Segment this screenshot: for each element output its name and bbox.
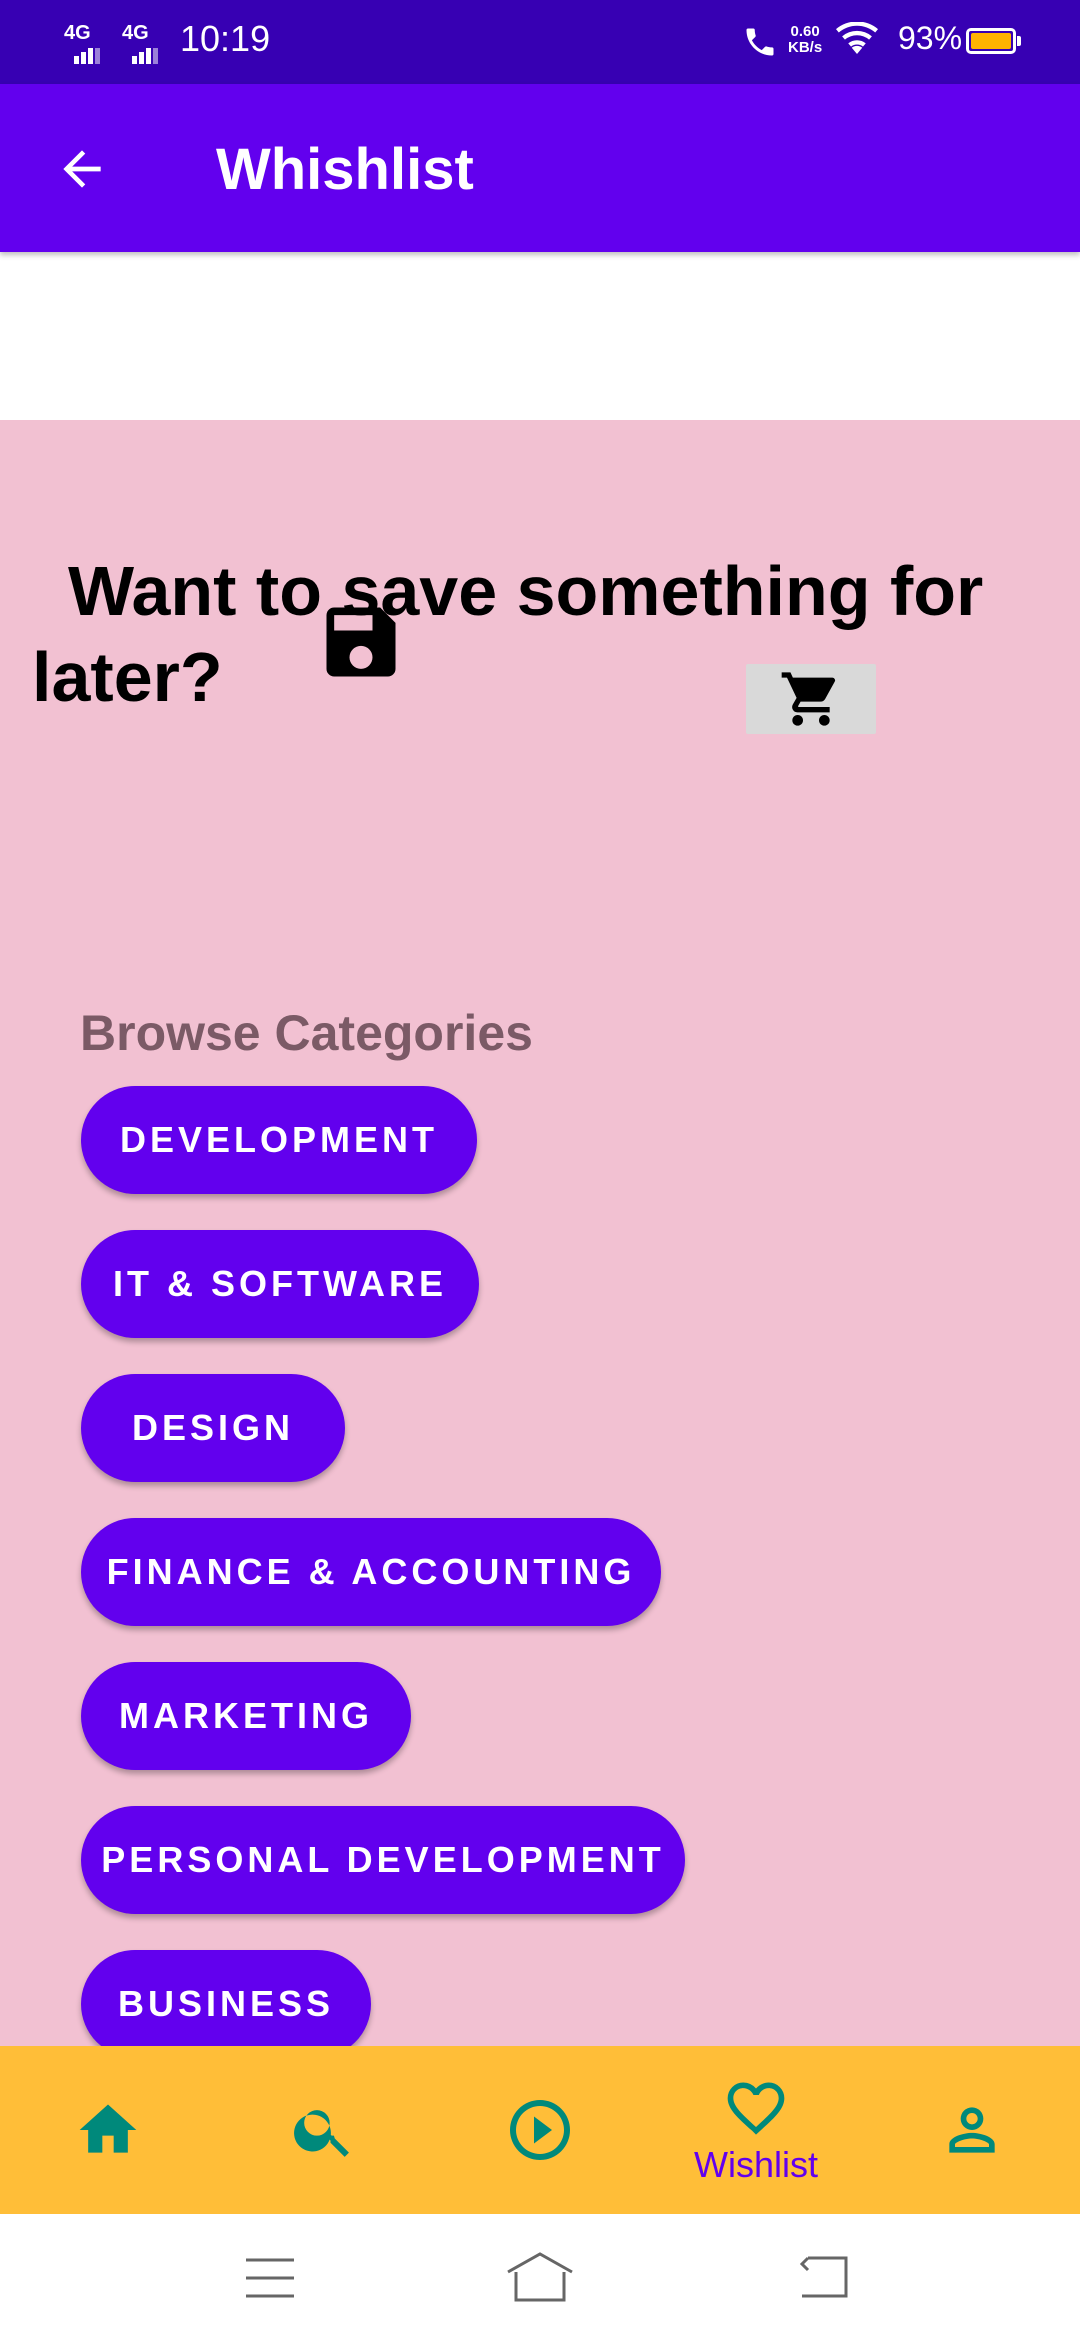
net-speed: 0.60 KB/s: [788, 24, 822, 56]
status-time: 10:19: [180, 18, 271, 59]
arrow-back-icon: [63, 150, 101, 188]
home-icon: [79, 2104, 137, 2153]
person-icon: [949, 2107, 995, 2153]
category-design-button[interactable]: DESIGN: [81, 1374, 345, 1482]
status-bar: 4G 4G 10:19 0.60 KB/s 93%: [0, 0, 1080, 84]
net-speed-value: 0.60: [790, 23, 820, 40]
nav-home[interactable]: [0, 2046, 216, 2214]
floppy-save-icon: [315, 596, 407, 693]
category-development-button[interactable]: DEVELOPMENT: [81, 1086, 477, 1194]
menu-icon: [246, 2258, 294, 2298]
shopping-cart-icon: [781, 672, 836, 726]
signal-1-icon: [74, 46, 102, 64]
category-business-button[interactable]: BUSINESS: [81, 1950, 371, 2058]
nav-play[interactable]: [432, 2046, 648, 2214]
signal-2-icon: [132, 46, 160, 64]
app-bar: Whishlist: [0, 84, 1080, 252]
category-it-software-button[interactable]: IT & SOFTWARE: [81, 1230, 479, 1338]
recent-apps-button[interactable]: [244, 2256, 296, 2305]
play-circle-icon: [510, 2100, 570, 2160]
system-home-button[interactable]: [506, 2250, 574, 2309]
nav-wishlist-label: Wishlist: [694, 2144, 818, 2185]
home-outline-icon: [507, 2252, 573, 2302]
wishlist-content: Want to save something for later? Browse…: [0, 420, 1080, 2058]
bottom-navigation: Wishlist: [0, 2046, 1080, 2214]
net-speed-unit: KB/s: [788, 39, 823, 56]
category-personal-development-button[interactable]: PERSONAL DEVELOPMENT: [81, 1806, 685, 1914]
category-finance-accounting-button[interactable]: FINANCE & ACCOUNTING: [81, 1518, 661, 1626]
nav-search[interactable]: [216, 2046, 432, 2214]
search-icon: [294, 2110, 349, 2157]
browse-categories-heading: Browse Categories: [80, 1005, 533, 1061]
wifi-calling-icon: [740, 24, 780, 65]
system-back-button[interactable]: [798, 2254, 850, 2305]
battery-icon: [966, 28, 1016, 54]
signal-2-label: 4G: [122, 22, 149, 44]
battery-percent: 93%: [898, 20, 963, 56]
signal-1-label: 4G: [64, 22, 91, 44]
nav-account[interactable]: [864, 2046, 1080, 2214]
wifi-icon: [836, 21, 878, 63]
back-button[interactable]: [50, 137, 114, 201]
heart-icon: [727, 2082, 785, 2135]
category-marketing-button[interactable]: MARKETING: [81, 1662, 411, 1770]
back-outline-icon: [799, 2256, 848, 2298]
page-title: Whishlist: [216, 137, 474, 202]
system-navigation-bar: [0, 2214, 1080, 2340]
nav-wishlist[interactable]: Wishlist: [648, 2046, 864, 2214]
cart-button[interactable]: [746, 664, 876, 734]
